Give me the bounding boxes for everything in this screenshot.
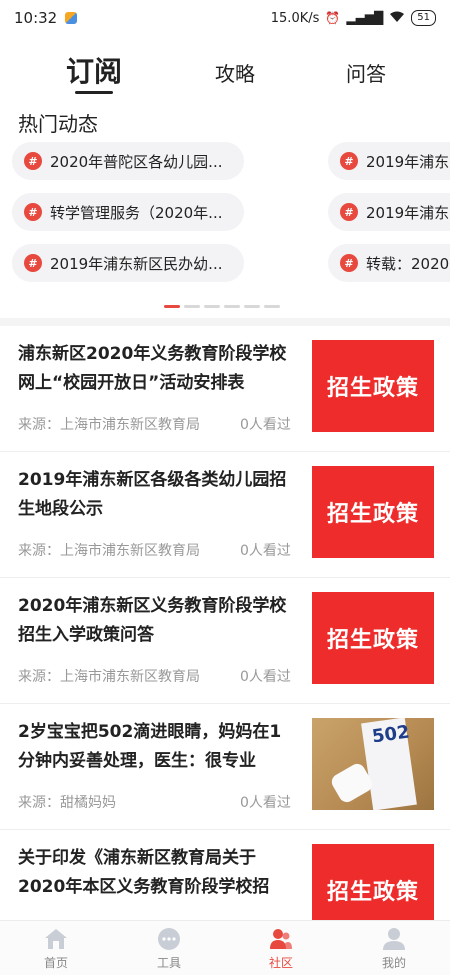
article-thumbnail: 招生政策 — [312, 592, 434, 684]
article-thumbnail: 招生政策 — [312, 466, 434, 558]
article-views: 0人看过 — [240, 669, 291, 685]
article-list[interactable]: 浦东新区2020年义务教育阶段学校网上“校园开放日”活动安排表 来源：上海市浦东… — [0, 326, 450, 920]
hot-section-title: 热门动态 — [18, 112, 98, 136]
article-views: 0人看过 — [240, 795, 291, 811]
active-tab-indicator — [75, 91, 113, 94]
hot-topic-chip[interactable]: # 2020年普陀区各幼儿园... — [12, 142, 244, 180]
article-title: 2019年浦东新区各级各类幼儿园招生地段公示 — [18, 470, 287, 519]
section-divider — [0, 318, 450, 326]
tab-subscribe[interactable]: 订阅 — [66, 50, 122, 90]
article-thumbnail: 招生政策 — [312, 844, 434, 920]
nav-community[interactable]: 社区 — [251, 927, 311, 971]
tab-qa[interactable]: 问答 — [346, 58, 386, 87]
hashtag-icon: # — [24, 254, 42, 272]
hashtag-icon: # — [340, 152, 358, 170]
hashtag-icon: # — [24, 203, 42, 221]
article-item[interactable]: 浦东新区2020年义务教育阶段学校网上“校园开放日”活动安排表 来源：上海市浦东… — [0, 326, 450, 452]
article-source: 来源：甜橘妈妈 — [18, 795, 116, 811]
article-views: 0人看过 — [240, 417, 291, 433]
top-tabs: 订阅 攻略 问答 — [0, 48, 450, 98]
hot-topic-text: 转学管理服务（2020年... — [50, 203, 223, 222]
battery-icon: 51 — [411, 10, 436, 26]
hashtag-icon: # — [340, 203, 358, 221]
tools-icon — [157, 927, 181, 951]
carousel-page-indicator — [164, 305, 280, 308]
article-source: 来源：上海市浦东新区教育局 — [18, 417, 200, 433]
status-time: 10:32 — [14, 9, 58, 27]
article-title: 2岁宝宝把502滴进眼睛，妈妈在1分钟内妥善处理，医生：很专业 — [18, 722, 282, 771]
community-icon — [269, 927, 293, 951]
hot-topic-text: 2019年浦东新区民办幼... — [50, 254, 223, 273]
thumbnail-text: 招生政策 — [326, 375, 419, 401]
article-item[interactable]: 关于印发《浦东新区教育局关于2020年本区义务教育阶段学校招 招生政策 — [0, 830, 450, 920]
thumbnail-text: 招生政策 — [326, 501, 419, 527]
hot-column: # 2020年普陀区各幼儿园... # 转学管理服务（2020年... # 20… — [12, 142, 244, 292]
article-source: 来源：上海市浦东新区教育局 — [18, 543, 200, 559]
article-title: 关于印发《浦东新区教育局关于2020年本区义务教育阶段学校招 — [18, 848, 270, 897]
app-notification-icon — [65, 12, 78, 24]
hot-topic-chip[interactable]: # 2019年浦东新区民办幼... — [12, 244, 244, 282]
article-item[interactable]: 2019年浦东新区各级各类幼儿园招生地段公示 来源：上海市浦东新区教育局 0人看… — [0, 452, 450, 578]
network-speed: 15.0K/s — [270, 10, 320, 26]
nav-label: 首页 — [43, 956, 68, 970]
home-icon — [44, 927, 68, 951]
hot-topic-text: 2020年普陀区各幼儿园... — [50, 152, 223, 171]
article-title: 浦东新区2020年义务教育阶段学校网上“校园开放日”活动安排表 — [18, 344, 287, 393]
nav-label: 我的 — [381, 956, 406, 970]
hot-column: # 2019年浦东 # 2019年浦东 # 转载：2020 — [328, 142, 450, 292]
hot-topic-chip[interactable]: # 2019年浦东 — [328, 193, 450, 231]
bottom-nav: 首页 工具 社区 我的 — [0, 920, 450, 975]
tab-guide[interactable]: 攻略 — [215, 58, 255, 87]
hot-topic-chip[interactable]: # 转学管理服务（2020年... — [12, 193, 244, 231]
thumbnail-text: 招生政策 — [326, 879, 419, 905]
hot-topics-carousel[interactable]: # 2020年普陀区各幼儿园... # 转学管理服务（2020年... # 20… — [0, 142, 450, 292]
article-item[interactable]: 2岁宝宝把502滴进眼睛，妈妈在1分钟内妥善处理，医生：很专业 来源：甜橘妈妈 … — [0, 704, 450, 830]
hot-topic-text: 转载：2020 — [366, 254, 450, 273]
page-dot — [204, 305, 220, 308]
article-thumbnail: 502 — [312, 718, 434, 810]
page-dot — [264, 305, 280, 308]
nav-label: 社区 — [268, 956, 293, 970]
wifi-icon — [389, 11, 405, 26]
article-title: 2020年浦东新区义务教育阶段学校招生入学政策问答 — [18, 596, 287, 645]
hot-topic-chip[interactable]: # 2019年浦东 — [328, 142, 450, 180]
page-dot — [224, 305, 240, 308]
article-thumbnail: 招生政策 — [312, 340, 434, 432]
hot-topic-chip[interactable]: # 转载：2020 — [328, 244, 450, 282]
nav-home[interactable]: 首页 — [26, 927, 86, 971]
nav-profile[interactable]: 我的 — [364, 927, 424, 971]
page-dot — [244, 305, 260, 308]
hashtag-icon: # — [24, 152, 42, 170]
alarm-icon: ⏰ — [325, 11, 341, 25]
article-source: 来源：上海市浦东新区教育局 — [18, 669, 200, 685]
profile-icon — [382, 927, 406, 951]
signal-icon: ▂▄▆█ — [346, 11, 384, 25]
thumbnail-text: 招生政策 — [326, 627, 419, 653]
page-dot — [164, 305, 180, 308]
article-item[interactable]: 2020年浦东新区义务教育阶段学校招生入学政策问答 来源：上海市浦东新区教育局 … — [0, 578, 450, 704]
hashtag-icon: # — [340, 254, 358, 272]
status-bar: 10:32 15.0K/s ⏰ ▂▄▆█ 51 — [0, 0, 450, 36]
article-views: 0人看过 — [240, 543, 291, 559]
nav-tools[interactable]: 工具 — [139, 927, 199, 971]
nav-label: 工具 — [156, 956, 181, 970]
page-dot — [184, 305, 200, 308]
hot-topic-text: 2019年浦东 — [366, 152, 450, 171]
hot-topic-text: 2019年浦东 — [366, 203, 450, 222]
